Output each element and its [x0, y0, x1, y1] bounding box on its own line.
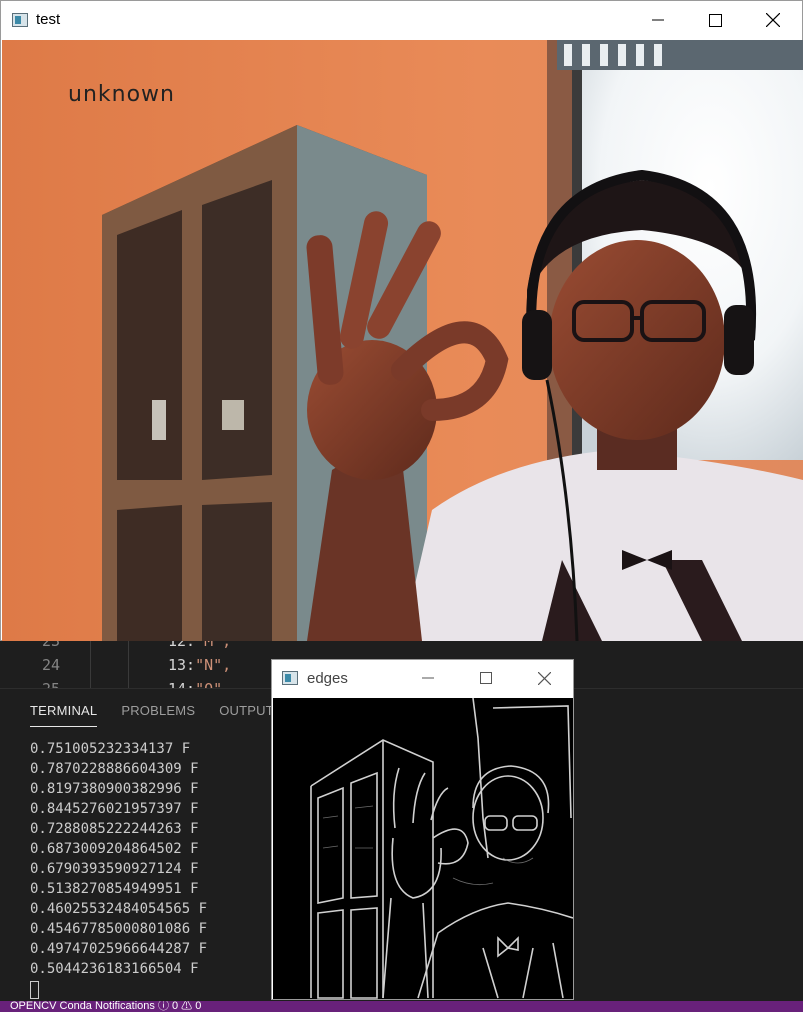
terminal-line: 0.6873009204864502 F — [30, 841, 199, 857]
line-number: 24 — [41, 656, 60, 674]
maximize-button[interactable] — [463, 663, 509, 693]
prediction-label: unknown — [68, 82, 175, 107]
code-text: 13:"N", — [168, 656, 232, 674]
close-icon — [537, 671, 551, 685]
status-bar[interactable]: OPENCV Conda Notifications ⓘ 0 ⚠ 0 — [0, 1001, 803, 1012]
terminal-cursor[interactable] — [30, 981, 39, 999]
app-icon — [12, 13, 28, 27]
test-window[interactable]: test unknown — [0, 0, 803, 641]
camera-feed: unknown — [2, 40, 803, 641]
window-title: edges — [307, 670, 348, 687]
maximize-icon — [480, 672, 492, 684]
window-title: test — [36, 11, 61, 28]
app-icon — [282, 671, 298, 685]
tab-output[interactable]: OUTPUT — [219, 703, 274, 727]
minimize-button[interactable] — [405, 663, 451, 693]
panel-tabs: TERMINAL PROBLEMS OUTPUT — [30, 703, 274, 729]
terminal-output[interactable]: 0.75100523233413​7 F 0.7870228886604309 … — [30, 739, 280, 999]
edges-window[interactable]: edges — [271, 659, 574, 1000]
tab-problems[interactable]: PROBLEMS — [121, 703, 195, 727]
maximize-icon — [708, 13, 722, 27]
edge-detection-image — [273, 698, 573, 999]
terminal-line: 0.5138270854949951 F — [30, 881, 199, 897]
webcam-image — [2, 40, 803, 641]
terminal-line: 0.49747025966644287 F — [30, 941, 208, 957]
minimize-icon — [652, 19, 664, 21]
terminal-line: 0.75100523233413​7 F — [30, 741, 191, 757]
close-button[interactable] — [521, 663, 567, 693]
minimize-button[interactable] — [635, 5, 681, 35]
edges-titlebar[interactable]: edges — [272, 660, 573, 698]
terminal-line: 0.6790393590927124 F — [30, 861, 199, 877]
terminal-line: 0.5044236183166504 F — [30, 961, 199, 977]
terminal-line: 0.46025532484054565 F — [30, 901, 208, 917]
terminal-line: 0.7870228886604309 F — [30, 761, 199, 777]
close-icon — [766, 13, 780, 27]
minimize-icon — [422, 677, 434, 679]
test-titlebar[interactable]: test — [1, 1, 802, 40]
tab-terminal[interactable]: TERMINAL — [30, 703, 98, 727]
terminal-line: 0.8445276021957397 F — [30, 801, 199, 817]
edges-image — [273, 698, 573, 999]
maximize-button[interactable] — [692, 5, 738, 35]
close-button[interactable] — [750, 5, 796, 35]
terminal-line: 0.7288085222244263 F — [30, 821, 199, 837]
terminal-line: 0.45467785000801086 F — [30, 921, 208, 937]
terminal-line: 0.8197380900382996 F — [30, 781, 199, 797]
